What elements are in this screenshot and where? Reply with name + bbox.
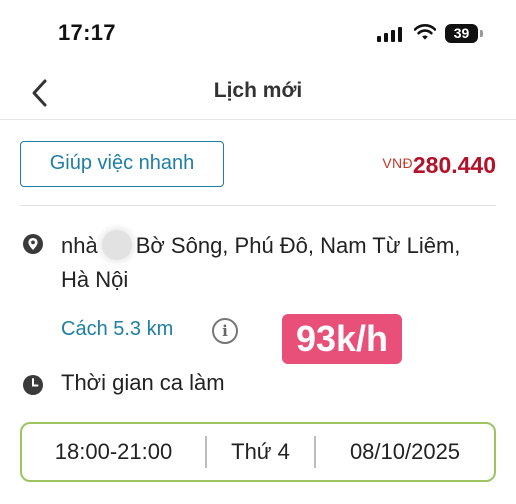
- price: VNĐ280.440: [382, 152, 496, 179]
- status-bar: 17:17 39: [0, 0, 516, 66]
- map-pin-icon: [23, 234, 43, 254]
- status-time: 17:17: [58, 20, 116, 45]
- speed-badge: 93k/h: [282, 314, 402, 364]
- price-value: 280.440: [412, 152, 496, 178]
- battery-cap: [480, 30, 483, 37]
- job-address: nhà Bờ Sông, Phú Đô, Nam Từ Liêm, Hà Nội: [61, 229, 491, 297]
- shift-time-label: Thời gian ca làm: [61, 370, 225, 395]
- info-icon[interactable]: i: [212, 318, 238, 344]
- redacted-blur: [101, 230, 132, 260]
- service-type-tag[interactable]: Giúp việc nhanh: [20, 141, 224, 187]
- divider: [20, 205, 496, 206]
- wifi-icon: [414, 24, 436, 40]
- page-title: Lịch mới: [213, 79, 303, 102]
- schedule-time: 18:00-21:00: [54, 439, 173, 464]
- cellular-signal-icon: [377, 26, 403, 42]
- address-prefix: nhà: [61, 233, 98, 258]
- schedule-box: 18:00-21:00 Thứ 4 08/10/2025: [20, 422, 496, 482]
- schedule-weekday: Thứ 4: [231, 439, 290, 464]
- nav-bar: Lịch mới: [0, 66, 516, 120]
- schedule-date: 08/10/2025: [349, 439, 461, 464]
- clock-icon: [23, 375, 43, 395]
- battery-icon: 39: [445, 24, 478, 43]
- price-currency: VNĐ: [382, 155, 413, 171]
- distance-text: Cách 5.3 km: [61, 318, 174, 340]
